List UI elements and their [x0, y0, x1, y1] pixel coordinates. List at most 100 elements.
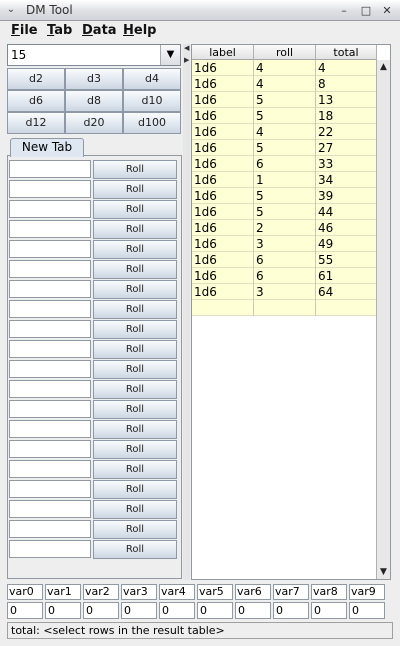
table-row[interactable]: 1d6 2 46 [192, 220, 377, 236]
menu-help[interactable]: Help [123, 23, 156, 38]
variable-value-field[interactable]: 0 [311, 602, 347, 619]
roll-expression-input[interactable] [9, 360, 91, 378]
roll-expression-input[interactable] [9, 420, 91, 438]
variable-name-field[interactable]: var1 [45, 584, 81, 600]
tab-new-tab[interactable]: New Tab [10, 138, 84, 157]
variable-value-field[interactable]: 0 [273, 602, 309, 619]
close-icon[interactable]: ✕ [379, 3, 395, 18]
table-row[interactable]: 1d6 4 4 [192, 60, 377, 76]
die-button-d3[interactable]: d3 [65, 68, 123, 90]
menu-data[interactable]: Data [82, 23, 117, 38]
roll-button[interactable]: Roll [93, 500, 177, 519]
roll-button[interactable]: Roll [93, 300, 177, 319]
table-row[interactable]: 1d6 3 49 [192, 236, 377, 252]
roll-button[interactable]: Roll [93, 400, 177, 419]
die-button-d10[interactable]: d10 [123, 90, 181, 112]
roll-button[interactable]: Roll [93, 220, 177, 239]
variable-value-field[interactable]: 0 [121, 602, 157, 619]
column-header-total[interactable]: total [316, 45, 377, 60]
die-button-d100[interactable]: d100 [123, 112, 181, 134]
roll-button[interactable]: Roll [93, 360, 177, 379]
roll-expression-input[interactable] [9, 280, 91, 298]
die-button-d12[interactable]: d12 [7, 112, 65, 134]
roll-expression-input[interactable] [9, 480, 91, 498]
variable-name-field[interactable]: var6 [235, 584, 271, 600]
roll-button[interactable]: Roll [93, 340, 177, 359]
roll-button[interactable]: Roll [93, 420, 177, 439]
die-button-d20[interactable]: d20 [65, 112, 123, 134]
roll-button[interactable]: Roll [93, 480, 177, 499]
roll-button[interactable]: Roll [93, 440, 177, 459]
minimize-icon[interactable]: – [336, 3, 352, 18]
variable-name-field[interactable]: var0 [7, 584, 43, 600]
menu-file[interactable]: File [11, 23, 38, 38]
variable-value-field[interactable]: 0 [45, 602, 81, 619]
roll-expression-input[interactable] [9, 540, 91, 558]
roll-button[interactable]: Roll [93, 260, 177, 279]
variable-value-field[interactable]: 0 [235, 602, 271, 619]
roll-expression-input[interactable] [9, 200, 91, 218]
roll-expression-input[interactable] [9, 400, 91, 418]
chevron-down-icon[interactable]: ▼ [160, 45, 180, 65]
die-button-d2[interactable]: d2 [7, 68, 65, 90]
roll-button[interactable]: Roll [93, 460, 177, 479]
table-row[interactable]: 1d6 5 13 [192, 92, 377, 108]
menu-tab[interactable]: Tab [47, 23, 72, 38]
roll-expression-input[interactable] [9, 240, 91, 258]
roll-button[interactable]: Roll [93, 280, 177, 299]
dice-count-select[interactable]: 15 ▼ [7, 44, 181, 66]
vertical-scrollbar[interactable]: ▲ ▼ [376, 60, 390, 579]
roll-expression-input[interactable] [9, 520, 91, 538]
die-button-d4[interactable]: d4 [123, 68, 181, 90]
variable-name-field[interactable]: var8 [311, 584, 347, 600]
roll-button[interactable]: Roll [93, 320, 177, 339]
table-row[interactable]: 1d6 5 27 [192, 140, 377, 156]
roll-expression-input[interactable] [9, 220, 91, 238]
table-row[interactable]: 1d6 4 8 [192, 76, 377, 92]
variable-name-field[interactable]: var4 [159, 584, 195, 600]
scroll-up-icon[interactable]: ▲ [377, 60, 390, 74]
table-row[interactable]: 1d6 5 18 [192, 108, 377, 124]
roll-button[interactable]: Roll [93, 160, 177, 179]
collapse-left-icon[interactable]: ◀ [184, 44, 189, 52]
variable-value-field[interactable]: 0 [197, 602, 233, 619]
roll-expression-input[interactable] [9, 440, 91, 458]
variable-name-field[interactable]: var5 [197, 584, 233, 600]
die-button-d8[interactable]: d8 [65, 90, 123, 112]
roll-expression-input[interactable] [9, 260, 91, 278]
window-menu-icon[interactable]: ⌄ [4, 3, 18, 17]
roll-button[interactable]: Roll [93, 180, 177, 199]
die-button-d6[interactable]: d6 [7, 90, 65, 112]
maximize-icon[interactable]: □ [358, 3, 374, 18]
variable-name-field[interactable]: var9 [349, 584, 385, 600]
column-header-roll[interactable]: roll [254, 45, 316, 60]
table-row[interactable]: 1d6 3 64 [192, 284, 377, 300]
roll-expression-input[interactable] [9, 300, 91, 318]
roll-expression-input[interactable] [9, 160, 91, 178]
variable-name-field[interactable]: var2 [83, 584, 119, 600]
roll-button[interactable]: Roll [93, 380, 177, 399]
column-header-label[interactable]: label [192, 45, 254, 60]
variable-value-field[interactable]: 0 [349, 602, 385, 619]
roll-button[interactable]: Roll [93, 200, 177, 219]
result-table[interactable]: label roll total 1d6 4 4 1d6 4 8 1d6 5 13 1d6 5 18 1… [191, 44, 391, 580]
roll-expression-input[interactable] [9, 460, 91, 478]
variable-value-field[interactable]: 0 [83, 602, 119, 619]
table-row[interactable]: 1d6 6 33 [192, 156, 377, 172]
variable-name-field[interactable]: var7 [273, 584, 309, 600]
table-row[interactable]: 1d6 5 39 [192, 188, 377, 204]
variable-value-field[interactable]: 0 [7, 602, 43, 619]
roll-button[interactable]: Roll [93, 520, 177, 539]
scroll-down-icon[interactable]: ▼ [377, 565, 390, 579]
roll-expression-input[interactable] [9, 180, 91, 198]
roll-expression-input[interactable] [9, 340, 91, 358]
table-row[interactable]: 1d6 5 44 [192, 204, 377, 220]
variable-value-field[interactable]: 0 [159, 602, 195, 619]
table-row[interactable] [192, 300, 377, 316]
table-row[interactable]: 1d6 4 22 [192, 124, 377, 140]
table-row[interactable]: 1d6 1 34 [192, 172, 377, 188]
roll-expression-input[interactable] [9, 320, 91, 338]
variable-name-field[interactable]: var3 [121, 584, 157, 600]
roll-button[interactable]: Roll [93, 540, 177, 559]
roll-expression-input[interactable] [9, 500, 91, 518]
